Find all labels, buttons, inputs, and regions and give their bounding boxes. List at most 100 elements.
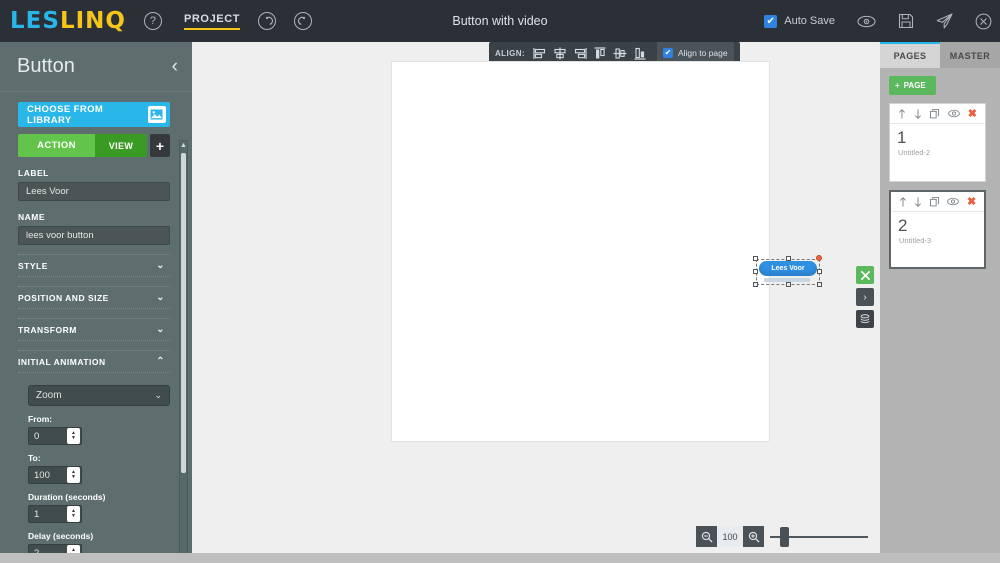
page-card-1[interactable]: ✖ 1 Untitled-2 <box>889 103 986 182</box>
paper-plane-icon[interactable] <box>936 13 953 29</box>
from-stepper[interactable]: 0 ▲ ▼ <box>28 427 82 445</box>
resize-handle-top-center[interactable] <box>786 256 791 261</box>
align-top-icon[interactable] <box>592 46 608 61</box>
app-logo[interactable]: LESLINQ <box>10 7 126 34</box>
zoom-controls: 100 <box>696 526 764 547</box>
autosave-checkbox[interactable]: ✔ <box>764 14 778 28</box>
scrollbar-thumb[interactable] <box>181 153 186 473</box>
from-value: 0 <box>34 430 40 442</box>
canvas-area[interactable]: ALIGN: ✔ Align to page Lees Voor › 100 <box>192 42 880 563</box>
snap-tool-icon[interactable] <box>856 266 874 284</box>
resize-handle-middle-right[interactable] <box>817 269 822 274</box>
page-number: 1 <box>897 128 907 147</box>
canvas-button-element[interactable]: Lees Voor <box>759 261 817 276</box>
project-tab[interactable]: PROJECT <box>183 13 241 30</box>
zoom-slider-handle[interactable] <box>780 527 789 547</box>
sidebar-scrollbar[interactable]: ▲ ▼ <box>179 140 188 563</box>
page-name: Untitled-2 <box>898 148 931 157</box>
add-page-button[interactable]: + PAGE <box>889 76 936 95</box>
choose-from-library-button[interactable]: CHOOSE FROM LIBRARY <box>18 102 170 127</box>
stepper-arrows-icon[interactable]: ▲▼ <box>67 467 80 483</box>
zoom-in-icon[interactable] <box>743 526 764 547</box>
view-tab[interactable]: VIEW <box>95 134 147 157</box>
label-input[interactable]: Lees Voor <box>18 182 170 201</box>
align-middle-vertical-icon[interactable] <box>612 46 628 61</box>
page-name: Untitled-3 <box>899 236 932 245</box>
zoom-out-icon[interactable] <box>696 526 717 547</box>
move-down-icon[interactable] <box>914 109 922 119</box>
tab-pages[interactable]: PAGES <box>880 42 940 68</box>
page-card-tools: ✖ <box>890 104 985 124</box>
chevron-down-icon: ⌄ <box>154 390 162 400</box>
accordion-style[interactable]: STYLE ⌄ <box>18 254 170 277</box>
action-tab[interactable]: ACTION <box>18 134 95 157</box>
scroll-up-arrow-icon[interactable]: ▲ <box>180 141 187 150</box>
duplicate-icon[interactable] <box>929 108 940 119</box>
expand-panel-icon[interactable]: › <box>856 288 874 306</box>
align-to-page-checkbox[interactable]: ✔ <box>662 48 673 58</box>
canvas-side-tools: › <box>856 266 874 332</box>
app-root: LESLINQ ? PROJECT Button with video ✔ Au… <box>0 0 1000 563</box>
chevron-up-icon: ⌃ <box>156 356 165 367</box>
resize-handle-bottom-right[interactable] <box>817 282 822 287</box>
zoom-level-value[interactable]: 100 <box>717 526 743 547</box>
accordion-position-and-size[interactable]: POSITION AND SIZE ⌄ <box>18 286 170 309</box>
stepper-arrows-icon[interactable]: ▲▼ <box>67 428 80 444</box>
resize-handle-bottom-center[interactable] <box>786 282 791 287</box>
add-action-button[interactable]: + <box>150 134 170 157</box>
properties-sidebar: Button ‹ CHOOSE FROM LIBRARY ACTION VIEW… <box>0 42 192 563</box>
align-to-page-label: Align to page <box>677 48 728 58</box>
layers-icon[interactable] <box>856 310 874 328</box>
align-bottom-icon[interactable] <box>632 46 648 61</box>
resize-handle-top-left[interactable] <box>753 256 758 261</box>
name-input[interactable]: lees voor button <box>18 226 170 245</box>
align-right-icon[interactable] <box>572 46 588 61</box>
duplicate-icon[interactable] <box>929 196 940 207</box>
action-view-toggle: ACTION VIEW + <box>18 134 170 157</box>
logo-part-les: LES <box>10 7 60 34</box>
align-center-horizontal-icon[interactable] <box>552 46 568 61</box>
visibility-icon[interactable] <box>947 197 960 206</box>
page-title: Button <box>17 55 75 77</box>
visibility-icon[interactable] <box>948 109 960 118</box>
delete-icon[interactable]: ✖ <box>967 195 976 208</box>
zoom-slider-track[interactable] <box>770 527 868 547</box>
chevron-down-icon: ⌄ <box>156 324 165 335</box>
add-page-label: PAGE <box>903 81 926 90</box>
move-up-icon[interactable] <box>899 196 907 207</box>
to-stepper[interactable]: 100 ▲ ▼ <box>28 466 82 484</box>
page-canvas[interactable]: Lees Voor <box>391 61 822 442</box>
autosave-toggle[interactable]: ✔ Auto Save <box>764 14 835 28</box>
selected-element-wrapper[interactable]: Lees Voor <box>753 255 822 287</box>
move-down-icon[interactable] <box>914 197 922 207</box>
page-card-2[interactable]: ✖ 2 Untitled-3 <box>889 190 986 269</box>
align-left-icon[interactable] <box>532 46 548 61</box>
resize-handle-middle-left[interactable] <box>753 269 758 274</box>
chevron-left-icon[interactable]: ‹ <box>172 56 178 78</box>
accordion-initial-animation[interactable]: INITIAL ANIMATION ⌃ <box>18 350 170 373</box>
from-label: From: <box>28 414 53 424</box>
move-up-icon[interactable] <box>898 108 906 119</box>
redo-icon[interactable] <box>294 12 313 30</box>
delete-icon[interactable]: ✖ <box>968 107 977 120</box>
tab-master[interactable]: MASTER <box>940 42 1000 68</box>
undo-icon[interactable] <box>258 12 277 30</box>
rotate-handle[interactable] <box>816 255 822 261</box>
pages-panel-tabs: PAGES MASTER <box>880 42 1000 68</box>
animation-type-select[interactable]: Zoom ⌄ <box>28 385 170 406</box>
stepper-arrows-icon[interactable]: ▲▼ <box>67 506 80 522</box>
page-number: 2 <box>898 216 908 235</box>
floppy-disk-icon[interactable] <box>898 13 914 29</box>
close-circle-icon[interactable] <box>975 13 992 30</box>
duration-value: 1 <box>34 508 40 520</box>
pages-panel: PAGES MASTER + PAGE ✖ 1 Untitled-2 ✖ 2 U… <box>880 42 1000 563</box>
initial-animation-panel: Zoom ⌄ From: 0 ▲ ▼ To: 100 ▲ ▼ Duration (s… <box>18 379 170 563</box>
duration-stepper[interactable]: 1 ▲ ▼ <box>28 505 82 523</box>
redo-button-wrap <box>294 12 313 30</box>
eye-icon[interactable] <box>857 15 876 28</box>
accordion-transform[interactable]: TRANSFORM ⌄ <box>18 318 170 341</box>
page-card-tools: ✖ <box>891 192 984 212</box>
resize-handle-bottom-left[interactable] <box>753 282 758 287</box>
help-icon[interactable]: ? <box>143 12 162 30</box>
to-label: To: <box>28 453 41 463</box>
